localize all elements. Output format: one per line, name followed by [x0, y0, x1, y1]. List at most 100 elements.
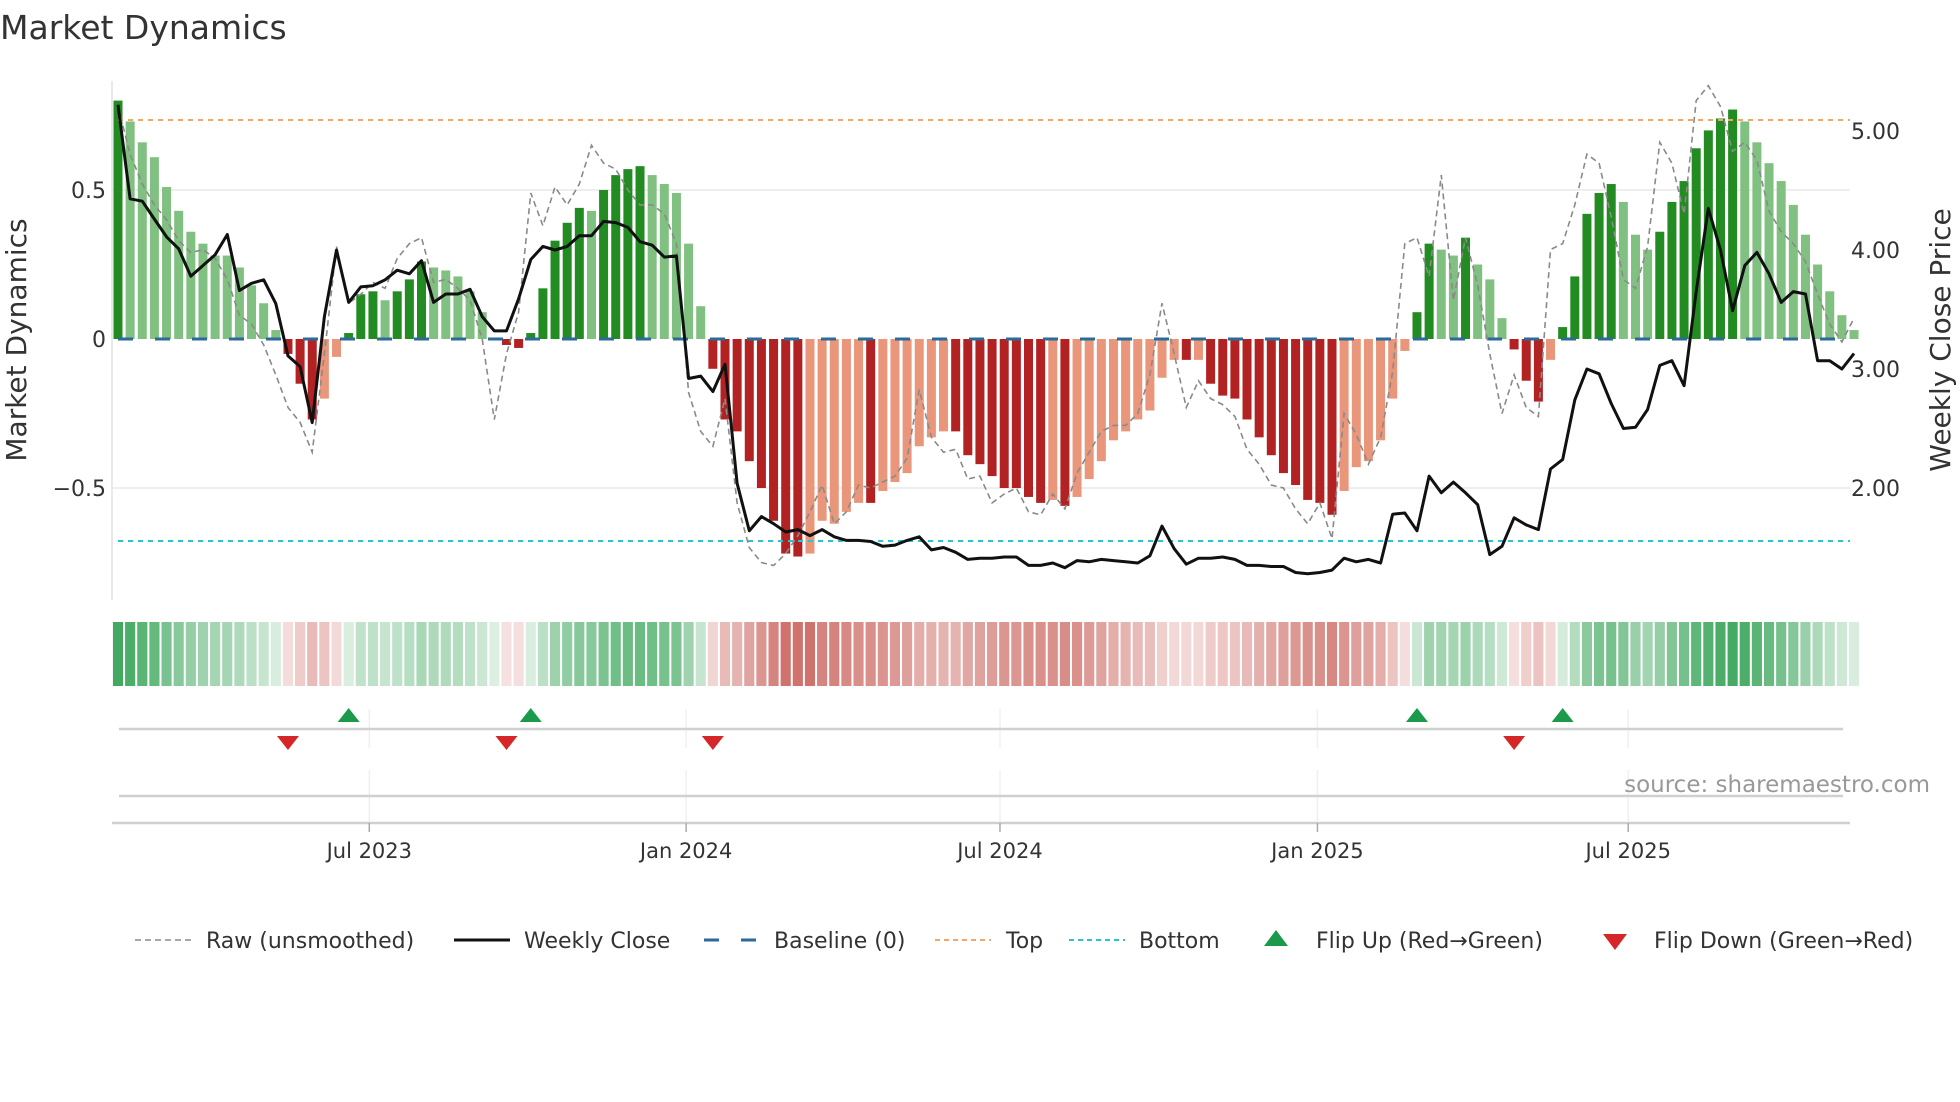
momentum-bar — [829, 339, 839, 524]
heat-cell — [1836, 622, 1847, 686]
heat-strip — [112, 622, 1860, 686]
heat-cell — [902, 622, 913, 686]
momentum-bar — [1121, 339, 1131, 432]
y-tick-label: 0.5 — [71, 179, 106, 204]
heat-cell — [1351, 622, 1362, 686]
heat-cell — [549, 622, 561, 686]
heat-cell — [367, 622, 379, 686]
momentum-bar — [1048, 339, 1058, 500]
heat-cell — [185, 622, 196, 686]
momentum-bar — [708, 339, 718, 369]
heat-cell — [780, 622, 791, 686]
heat-cell — [1254, 622, 1265, 686]
momentum-bar — [368, 291, 378, 339]
heat-cell — [513, 622, 524, 686]
legend-label-close: Weekly Close — [524, 929, 670, 954]
momentum-bar — [878, 339, 888, 491]
heat-cell — [404, 622, 415, 686]
heat-cell — [1727, 622, 1738, 686]
heat-cell — [210, 622, 221, 686]
momentum-bar — [987, 339, 997, 477]
heat-cell — [380, 622, 391, 686]
momentum-bar — [1679, 181, 1689, 339]
momentum-bar — [247, 285, 257, 339]
momentum-bar — [453, 276, 463, 339]
heat-cell — [1363, 622, 1374, 686]
heat-cell — [246, 622, 257, 686]
momentum-bar — [647, 175, 657, 339]
momentum-bar — [1546, 339, 1556, 360]
momentum-bar — [841, 339, 851, 512]
flip-down-marker-icon — [276, 736, 299, 750]
y-tick-label: 0 — [92, 328, 106, 353]
heat-cell — [792, 622, 803, 686]
heat-cell — [1193, 622, 1204, 686]
heat-cell — [392, 622, 403, 686]
heat-cell — [1156, 622, 1168, 686]
heat-cell — [501, 622, 512, 686]
heat-cell — [647, 622, 658, 686]
momentum-bar — [174, 210, 184, 339]
momentum-bar — [854, 339, 864, 503]
heat-cell — [525, 622, 536, 686]
momentum-bar — [1776, 181, 1786, 339]
flip-down-marker-icon — [495, 736, 518, 750]
flip-panel — [119, 708, 1843, 823]
y2-axis-label: Weekly Close Price — [1924, 208, 1957, 471]
momentum-bar — [939, 339, 949, 432]
momentum-bar — [1655, 231, 1665, 339]
momentum-bar — [1157, 339, 1167, 378]
heat-cell — [1484, 622, 1495, 686]
heat-cell — [1035, 622, 1046, 686]
heat-cell — [282, 622, 294, 686]
momentum-bar — [1521, 339, 1531, 381]
flip-down-marker-icon — [701, 736, 724, 750]
heat-cell — [1387, 622, 1398, 686]
heat-cell — [125, 622, 136, 686]
source-credit: source: sharemaestro.com — [1624, 772, 1930, 798]
momentum-bar — [1011, 339, 1021, 488]
momentum-bar — [1800, 234, 1810, 339]
momentum-bar — [538, 288, 548, 339]
legend-flip-up-icon — [1264, 930, 1288, 946]
heat-cell — [877, 622, 888, 686]
momentum-bar — [1618, 201, 1628, 339]
momentum-bar — [198, 243, 208, 339]
heat-cell — [914, 622, 925, 686]
momentum-bar — [1363, 339, 1373, 462]
momentum-bar — [356, 294, 366, 339]
momentum-bar — [1218, 339, 1228, 396]
momentum-bar — [1594, 192, 1604, 339]
heat-cell — [1776, 622, 1787, 686]
heat-cell — [659, 622, 670, 686]
heat-cell — [428, 622, 439, 686]
legend-label-raw: Raw (unsmoothed) — [206, 929, 414, 954]
heat-cell — [562, 622, 573, 686]
momentum-bar — [793, 339, 803, 557]
heat-cell — [865, 622, 876, 686]
momentum-bar — [210, 255, 220, 339]
momentum-bar — [659, 184, 669, 339]
heat-cell — [416, 622, 427, 686]
momentum-bar — [125, 121, 135, 340]
heat-cell — [586, 622, 597, 686]
market-dynamics-chart: Market Dynamics Market Dynamics Weekly C… — [0, 8, 1957, 954]
heat-cell — [440, 622, 451, 686]
momentum-bar — [1764, 163, 1774, 339]
momentum-bar — [1424, 243, 1434, 339]
momentum-bar — [392, 291, 402, 339]
x-tick-label: Jul 2023 — [325, 839, 412, 863]
heat-cell — [1278, 622, 1289, 686]
heat-cell — [1411, 622, 1423, 686]
heat-cell — [1703, 622, 1714, 686]
y-tick-label: −0.5 — [53, 477, 106, 502]
momentum-bar — [137, 142, 147, 339]
heat-cell — [1205, 622, 1216, 686]
heat-cell — [829, 622, 840, 686]
heat-cell — [744, 622, 755, 686]
heat-cell — [270, 622, 281, 686]
heat-cell — [962, 622, 973, 686]
heat-cell — [1011, 622, 1022, 686]
heat-cell — [1472, 622, 1483, 686]
x-tick-label: Jul 2024 — [955, 839, 1042, 863]
